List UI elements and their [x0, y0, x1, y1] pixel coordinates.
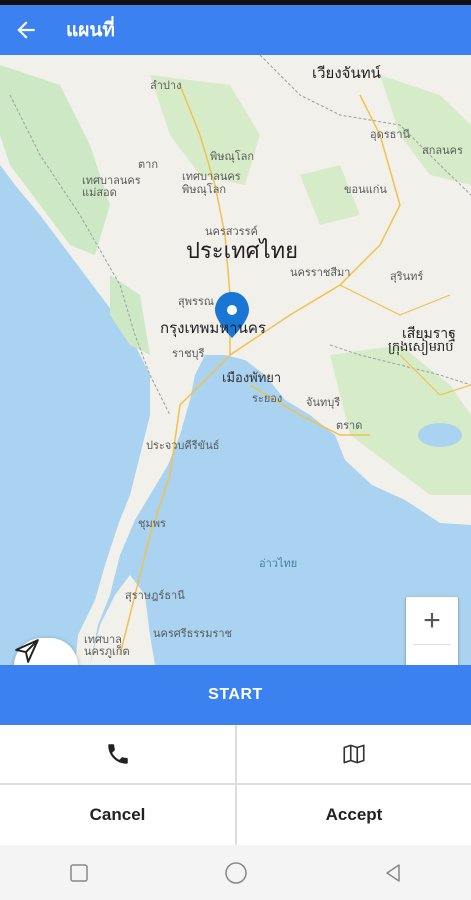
- map-label-suphan: สุพรรณ: [178, 295, 214, 308]
- map-label-korat: นครราชสีมา: [290, 266, 351, 279]
- map-button[interactable]: [237, 725, 471, 783]
- map-label-chumphon: ชุมพร: [138, 517, 166, 530]
- map-label-maesot: เทศบาลนคร แม่สอด: [82, 174, 141, 199]
- cancel-label: Cancel: [89, 805, 146, 824]
- map-label-trat: ตราด: [336, 419, 363, 432]
- map-label-nakhonsi: นครศรีธรรมราช: [153, 627, 233, 640]
- square-nav-icon: [69, 863, 88, 882]
- map-label-phitsanulok-city: เทศบาลนคร พิษณุโลก: [182, 170, 241, 196]
- accept-button[interactable]: Accept: [237, 785, 471, 845]
- send-location-icon: [15, 639, 39, 663]
- map-label-phuket: เทศบาล นครภูเก็ต: [84, 633, 130, 658]
- map-label-prachuap: ประจวบคีรีขันธ์: [146, 439, 220, 452]
- map-label-ratchaburi: ราชบุรี: [172, 347, 205, 360]
- recents-button[interactable]: [59, 853, 99, 893]
- back-nav-button[interactable]: [373, 853, 413, 893]
- home-button[interactable]: [216, 853, 256, 893]
- zoom-divider: [414, 644, 450, 645]
- map-icon: [343, 744, 365, 764]
- zoom-controls: + −: [406, 597, 458, 665]
- system-nav-bar: [0, 845, 471, 900]
- map-label-sakon: สกลนคร: [422, 144, 463, 157]
- page-title: แผนที่: [66, 19, 115, 41]
- cancel-button[interactable]: Cancel: [0, 785, 235, 845]
- map-label-siemreap-khmer: ក្រុងសៀមរាប: [388, 340, 454, 355]
- start-button[interactable]: START: [0, 665, 471, 725]
- triangle-nav-icon: [385, 863, 400, 882]
- circle-nav-icon: [224, 861, 247, 884]
- map-label-gulf: อ่าวไทย: [259, 557, 298, 570]
- map-label-udon: อุดรธานี: [370, 128, 411, 141]
- map-label-thailand: ประเทศไทย: [186, 239, 299, 264]
- zoom-out-button[interactable]: −: [406, 644, 458, 666]
- zoom-in-button[interactable]: +: [406, 597, 458, 644]
- phone-icon: [107, 744, 128, 764]
- map-label-pattaya: เมืองพัทยา: [222, 371, 282, 386]
- map-label-suratthani: สุราษฎร์ธานี: [125, 589, 185, 602]
- map-label-phitsanulok: พิษณุโลก: [210, 150, 255, 163]
- call-button[interactable]: [0, 725, 235, 783]
- map-label-surin: สุรินทร์: [390, 270, 424, 283]
- action-grid: Cancel Accept: [0, 725, 471, 845]
- map-view[interactable]: เวียงจันทน์ ลำปาง อุดรธานี สกลนคร ตาก พิ…: [0, 55, 471, 665]
- back-button[interactable]: [0, 5, 52, 55]
- map-label-tak: ตาก: [138, 158, 158, 171]
- back-arrow-icon: [17, 21, 35, 39]
- accept-label: Accept: [325, 805, 383, 824]
- map-label-rayong: ระยอง: [252, 392, 283, 405]
- app-bar: แผนที่: [0, 5, 471, 55]
- map-label-chanthaburi: จันทบุรี: [306, 396, 341, 409]
- map-label-vientiane: เวียงจันทน์: [312, 64, 381, 82]
- map-label-bangkok: กรุงเทพมหานคร: [160, 319, 266, 337]
- map-label-lampang: ลำปาง: [150, 79, 182, 92]
- map-label-khonkaen: ขอนแก่น: [344, 183, 387, 196]
